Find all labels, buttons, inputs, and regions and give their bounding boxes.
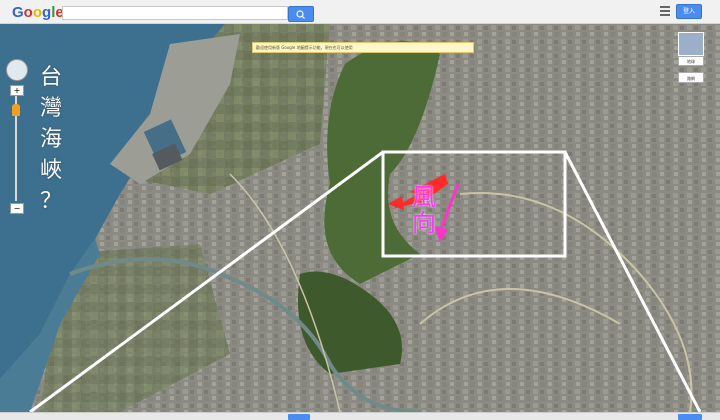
search-button[interactable] (288, 6, 314, 22)
zoom-slider-track[interactable] (15, 85, 17, 201)
logo-letter: G (12, 4, 24, 21)
layer-control: 地球 路網 (678, 32, 704, 83)
direction-char: 風 (412, 183, 436, 211)
search-input[interactable] (62, 6, 288, 20)
navigation-control: + − (6, 59, 28, 214)
menu-icon[interactable] (660, 6, 670, 16)
caption-char: 峽 (39, 158, 62, 183)
bottom-action-button[interactable] (678, 414, 702, 420)
logo-letter: o (23, 4, 33, 21)
pegman-icon[interactable] (12, 104, 20, 116)
map-imagery (0, 24, 720, 412)
plus-icon[interactable]: + (10, 85, 24, 96)
caption-char: 灣 (39, 96, 62, 121)
direction-char: 向 (412, 209, 436, 237)
search-icon (296, 10, 305, 19)
logo-letter: o (32, 4, 43, 21)
minus-icon[interactable]: − (10, 203, 24, 214)
direction-label: 風 向 (404, 184, 444, 236)
roads-layer-button[interactable]: 路網 (678, 72, 704, 83)
top-bar: Google 登入 (0, 0, 720, 24)
earth-layer-label: 地球 (678, 56, 704, 66)
satellite-map[interactable]: 風 向 歡迎使用新版 Google 地圖提示功能，現在也可以使用 + − 台 灣… (0, 24, 720, 412)
caption-char: 海 (39, 127, 62, 152)
notice-banner: 歡迎使用新版 Google 地圖提示功能，現在也可以使用 (252, 42, 474, 53)
pan-control-icon[interactable] (6, 59, 28, 81)
caption-char: 台 (39, 65, 62, 90)
bottom-search-button[interactable] (288, 414, 310, 420)
vertical-caption: 台 灣 海 峽 ？ (34, 62, 68, 217)
signin-button[interactable]: 登入 (676, 4, 702, 19)
earth-layer-thumb[interactable] (678, 32, 704, 56)
logo-letter: g (42, 4, 52, 21)
google-logo[interactable]: Google (12, 2, 64, 22)
caption-char: ？ (39, 189, 62, 214)
bottom-bar (0, 412, 720, 420)
